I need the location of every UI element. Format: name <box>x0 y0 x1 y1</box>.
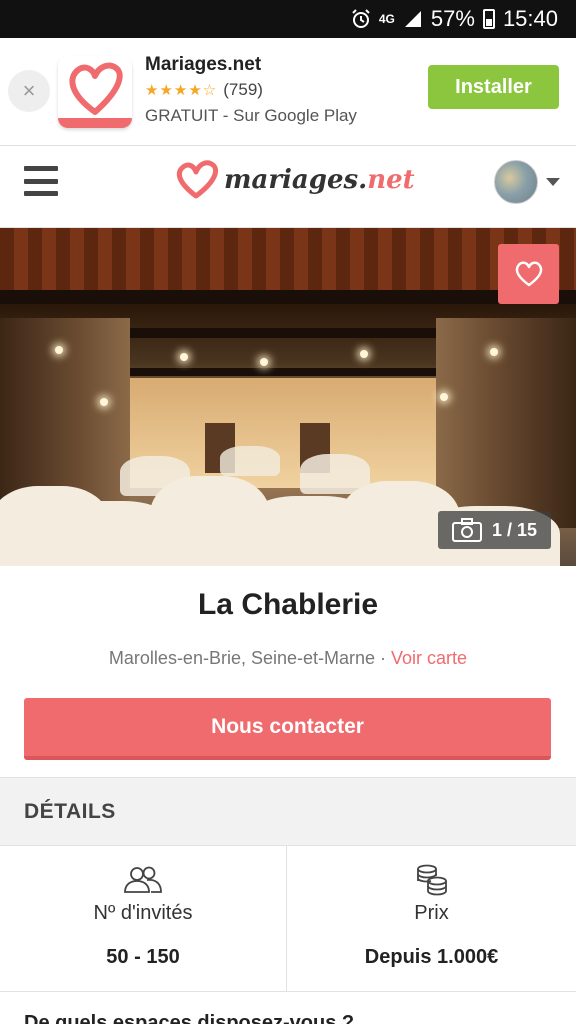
brand-tld: net <box>367 165 415 195</box>
close-banner-button[interactable]: × <box>8 70 50 112</box>
heart-outline-icon <box>515 261 542 287</box>
brand-logo[interactable]: mariages.net <box>174 158 415 202</box>
photo-counter[interactable]: 1 / 15 <box>438 511 551 549</box>
battery-icon <box>482 9 495 29</box>
network-type-label: 4G <box>378 12 395 26</box>
signal-icon <box>403 9 423 29</box>
app-rating: ★★★★☆ (759) <box>145 80 263 100</box>
venue-location: Marolles-en-Brie, Seine-et-Marne · Voir … <box>0 648 576 669</box>
status-bar: 4G 57% 15:40 <box>0 0 576 38</box>
price-value: Depuis 1.000€ <box>364 946 499 968</box>
user-avatar[interactable] <box>494 160 538 204</box>
details-heading: DÉTAILS <box>24 800 116 823</box>
clock: 15:40 <box>502 6 558 31</box>
app-install-banner: × Mariages.net ★★★★☆ (759) GRATUIT - Sur… <box>0 38 576 146</box>
guests-label: Nº d'invités <box>93 902 193 924</box>
menu-icon[interactable] <box>24 166 58 196</box>
spaces-question: De quels espaces disposez-vous ? <box>24 1012 355 1024</box>
site-header: mariages.net <box>0 146 576 228</box>
contact-button[interactable]: Nous contacter <box>24 698 551 760</box>
app-logo <box>58 56 132 128</box>
details-grid: Nº d'invités 50 - 150 Prix Depuis 1.000€ <box>0 846 576 992</box>
heart-brand-icon <box>176 160 219 199</box>
chevron-down-icon[interactable] <box>546 178 560 186</box>
price-label: Prix <box>414 902 449 924</box>
camera-icon <box>451 518 482 542</box>
install-button[interactable]: Installer <box>428 65 559 109</box>
favorite-button[interactable] <box>498 244 559 304</box>
app-title: Mariages.net <box>145 54 262 75</box>
location-text: Marolles-en-Brie, Seine-et-Marne · <box>108 648 392 668</box>
map-link[interactable]: Voir carte <box>391 648 467 668</box>
battery-percent: 57% <box>430 6 475 31</box>
details-section-header: DÉTAILS <box>0 777 576 846</box>
rating-count: (759) <box>223 80 263 99</box>
guests-value: 50 - 150 <box>106 946 180 968</box>
photo-count-text: 1 / 15 <box>491 519 538 540</box>
coins-icon <box>287 864 576 896</box>
price-cell: Prix Depuis 1.000€ <box>287 846 576 992</box>
brand-name: mariages. <box>224 165 368 195</box>
venue-title: La Chablerie <box>197 588 379 621</box>
guests-icon <box>0 864 286 894</box>
alarm-icon <box>351 9 371 29</box>
close-icon: × <box>22 78 36 103</box>
app-subtitle: GRATUIT - Sur Google Play <box>145 106 357 125</box>
star-rating-icon: ★★★★☆ <box>145 82 218 99</box>
heart-logo-icon <box>69 62 123 115</box>
guests-cell: Nº d'invités 50 - 150 <box>0 846 287 992</box>
